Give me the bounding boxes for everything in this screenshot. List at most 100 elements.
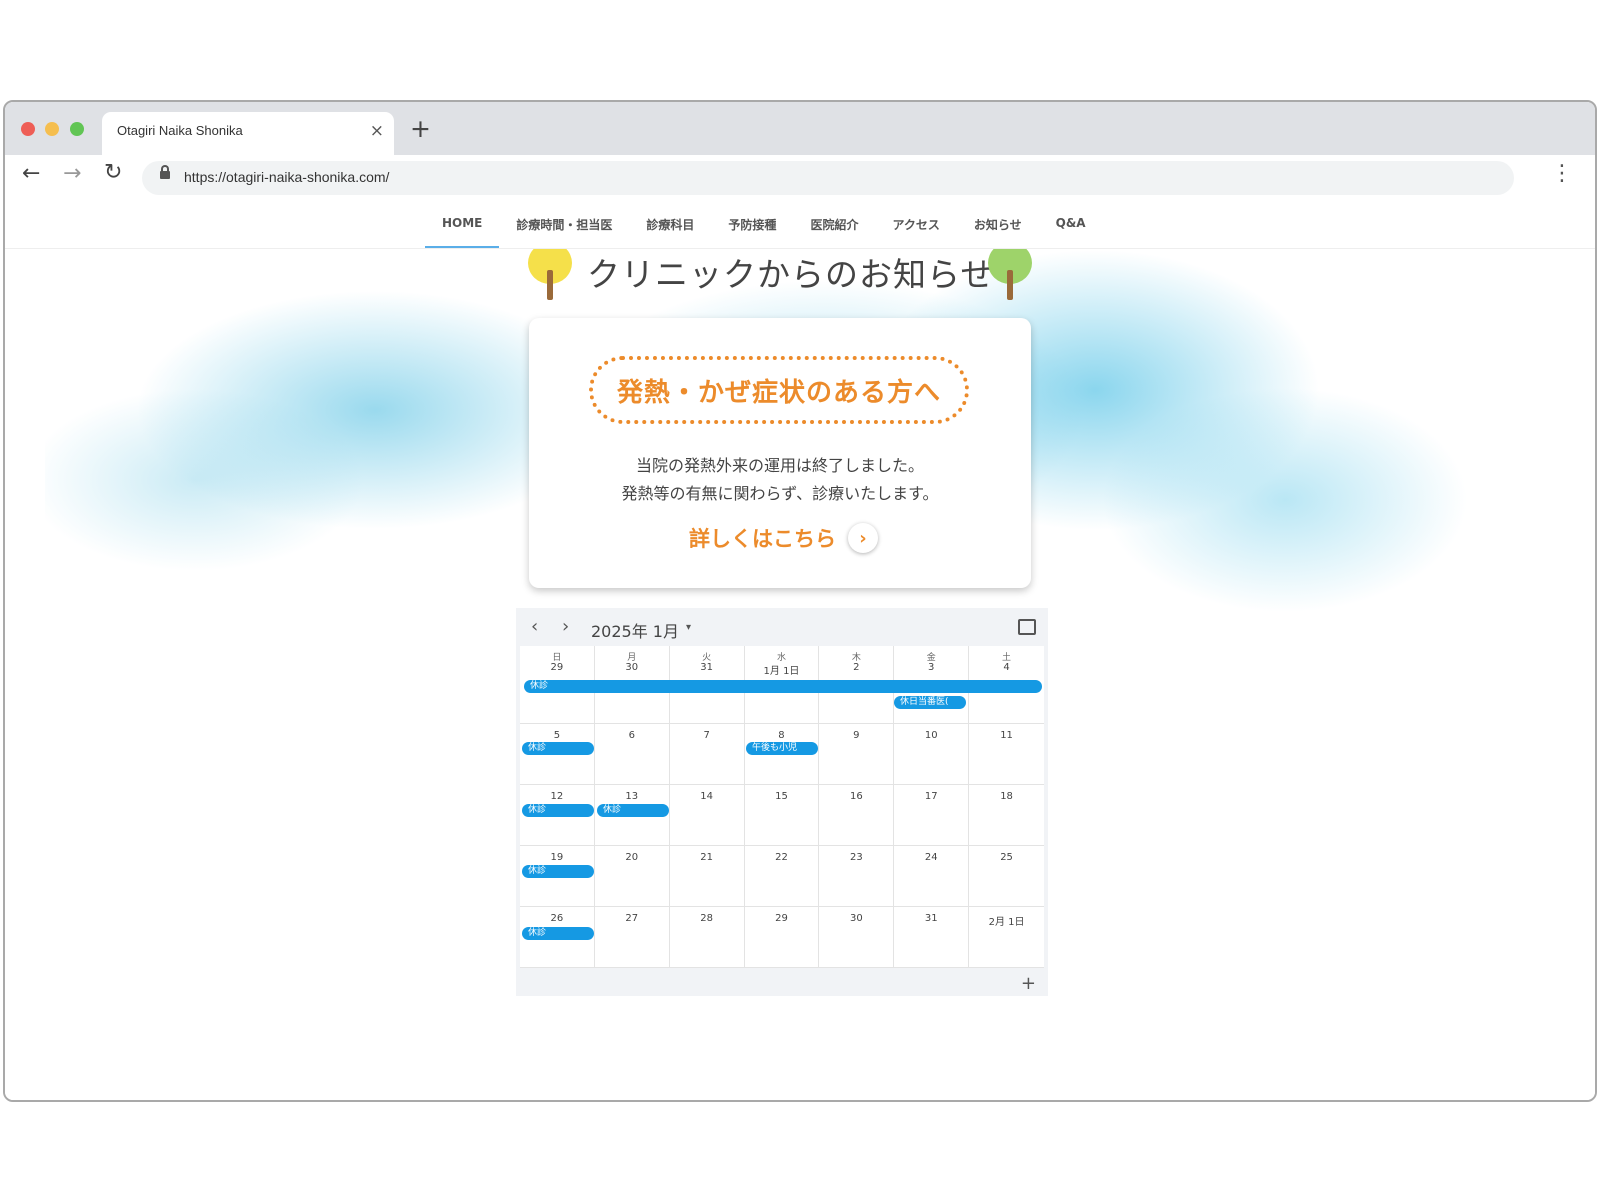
browser-toolbar: ← → ↻ https://otagiri-naika-shonika.com/…: [5, 155, 1595, 201]
calendar-day-cell[interactable]: 14: [669, 785, 745, 846]
day-number: 11: [1000, 730, 1013, 741]
browser-tab[interactable]: Otagiri Naika Shonika ×: [102, 112, 394, 155]
calendar-widget: ‹ › 2025年 1月 ▾ 日 29 月 30 火 31 水 1月 1日木 2 金 3 土 4 5 6 7 8…: [516, 608, 1048, 996]
day-number: 15: [775, 791, 788, 802]
nav-item-6[interactable]: お知らせ: [957, 200, 1039, 248]
day-number: 31: [924, 913, 938, 924]
details-link-label: 詳しくはこちら: [689, 527, 836, 551]
calendar-day-cell[interactable]: 2月 1日: [969, 907, 1044, 968]
nav-item-2[interactable]: 診療科目: [629, 200, 711, 248]
day-number: 29: [775, 913, 788, 924]
event-closed-jan13[interactable]: 休診: [597, 804, 669, 817]
nav-item-1[interactable]: 診療時間・担当医: [499, 200, 629, 248]
nav-item-4[interactable]: 医院紹介: [793, 200, 875, 248]
event-closed-jan12[interactable]: 休診: [522, 804, 594, 817]
calendar-day-cell[interactable]: 7: [669, 724, 745, 785]
tab-close-icon[interactable]: ×: [370, 121, 384, 141]
event-holiday-duty[interactable]: 休日当番医(: [894, 696, 966, 709]
day-number: 25: [1000, 852, 1013, 863]
calendar-day-cell[interactable]: 16: [819, 785, 895, 846]
event-holiday-week1[interactable]: 休診: [524, 680, 1042, 693]
day-number: 30: [625, 662, 639, 673]
event-afternoon-pediatrics[interactable]: 午後も小児: [746, 742, 818, 755]
page-title: クリニックからのお知らせ: [587, 255, 995, 294]
yellow-tree-icon: [525, 242, 575, 302]
lock-icon: [160, 165, 170, 179]
event-closed-jan5[interactable]: 休診: [522, 742, 594, 755]
day-number: 16: [849, 791, 863, 802]
reload-icon[interactable]: ↻: [104, 160, 122, 185]
day-number: 7: [703, 730, 710, 741]
nav-item-0[interactable]: HOME: [425, 200, 500, 248]
calendar-day-cell[interactable]: 11: [969, 724, 1044, 785]
calendar-day-cell[interactable]: 17: [894, 785, 970, 846]
address-bar[interactable]: https://otagiri-naika-shonika.com/: [142, 161, 1514, 195]
day-number: 5: [553, 730, 561, 741]
calendar-day-cell[interactable]: 27: [594, 907, 670, 968]
day-number: 1月 1日: [763, 666, 800, 677]
calendar-day-cell[interactable]: 21: [669, 846, 745, 907]
site-navigation: HOME 診療時間・担当医 診療科目 予防接種 医院紹介 アクセス お知らせ Q&A: [5, 200, 1595, 249]
day-number: 24: [924, 852, 938, 863]
calendar-day-cell[interactable]: 10: [894, 724, 970, 785]
chevron-right-icon[interactable]: ›: [848, 523, 878, 553]
details-link[interactable]: 詳しくはこちら ›: [689, 520, 878, 556]
nav-list: HOME 診療時間・担当医 診療科目 予防接種 医院紹介 アクセス お知らせ Q&A: [425, 200, 1103, 248]
day-number: 22: [775, 852, 788, 863]
calendar-day-cell[interactable]: 25: [969, 846, 1044, 907]
day-number: 27: [625, 913, 639, 924]
calendar-add-icon[interactable]: +: [1021, 973, 1036, 994]
calendar-day-cell[interactable]: 24: [894, 846, 970, 907]
browser-menu-icon[interactable]: ⋮: [1551, 161, 1573, 186]
calendar-month-label[interactable]: 2025年 1月: [591, 618, 679, 642]
day-number: 2月 1日: [988, 917, 1025, 928]
caret-down-icon[interactable]: ▾: [686, 622, 691, 633]
tab-bar: Otagiri Naika Shonika × +: [5, 102, 1595, 155]
browser-window: Otagiri Naika Shonika × + ← → ↻ https://…: [3, 100, 1597, 1102]
day-number: 20: [625, 852, 639, 863]
green-tree-icon: [985, 242, 1035, 302]
back-arrow-icon[interactable]: ←: [22, 161, 40, 186]
nav-item-3[interactable]: 予防接種: [711, 200, 793, 248]
calendar-day-cell[interactable]: 18: [969, 785, 1044, 846]
day-number: 6: [628, 730, 635, 741]
close-window-dot[interactable]: [21, 122, 35, 136]
event-closed-jan19[interactable]: 休診: [522, 865, 594, 878]
day-number: 29: [550, 662, 564, 673]
calendar-day-cell[interactable]: 6: [594, 724, 670, 785]
notice-card: 発熱・かぜ症状のある方へ 当院の発熱外来の運用は終了しました。 発熱等の有無に関…: [529, 318, 1031, 588]
new-tab-button[interactable]: +: [410, 114, 431, 143]
calendar-day-cell[interactable]: 23: [819, 846, 895, 907]
day-number: 28: [700, 913, 713, 924]
nav-item-7[interactable]: Q&A: [1039, 200, 1103, 248]
comment-icon[interactable]: [1018, 619, 1036, 635]
page-viewport: HOME 診療時間・担当医 診療科目 予防接種 医院紹介 アクセス お知らせ Q&A クリニッ…: [5, 200, 1595, 1100]
calendar-day-cell[interactable]: 9: [819, 724, 895, 785]
calendar-day-cell[interactable]: 15: [744, 785, 820, 846]
day-number: 19: [550, 852, 564, 863]
day-number: 8: [778, 730, 785, 741]
day-number: 30: [849, 913, 863, 924]
calendar-day-cell[interactable]: 20: [594, 846, 670, 907]
calendar-day-cell[interactable]: 22: [744, 846, 820, 907]
forward-arrow-icon[interactable]: →: [63, 161, 81, 186]
url-text[interactable]: https://otagiri-naika-shonika.com/: [184, 169, 389, 185]
hero-heading: クリニックからのお知らせ: [525, 242, 1085, 312]
calendar-header: ‹ › 2025年 1月 ▾: [516, 608, 1048, 646]
event-closed-jan26[interactable]: 休診: [522, 927, 594, 940]
calendar-next-icon[interactable]: ›: [562, 616, 569, 637]
day-number: 14: [700, 791, 713, 802]
calendar-prev-icon[interactable]: ‹: [531, 616, 538, 637]
nav-item-5[interactable]: アクセス: [875, 200, 956, 248]
calendar-day-cell[interactable]: 30: [819, 907, 895, 968]
notice-line-2: 発熱等の有無に関わらず、診療いたします。: [621, 484, 939, 503]
notice-line-1: 当院の発熱外来の運用は終了しました。: [635, 456, 924, 475]
minimize-window-dot[interactable]: [45, 122, 59, 136]
day-number: 31: [700, 662, 713, 673]
maximize-window-dot[interactable]: [70, 122, 84, 136]
calendar-day-cell[interactable]: 29: [744, 907, 820, 968]
calendar-day-cell[interactable]: 31: [894, 907, 970, 968]
day-number: 3: [928, 662, 935, 673]
day-number: 17: [924, 791, 938, 802]
calendar-day-cell[interactable]: 28: [669, 907, 745, 968]
